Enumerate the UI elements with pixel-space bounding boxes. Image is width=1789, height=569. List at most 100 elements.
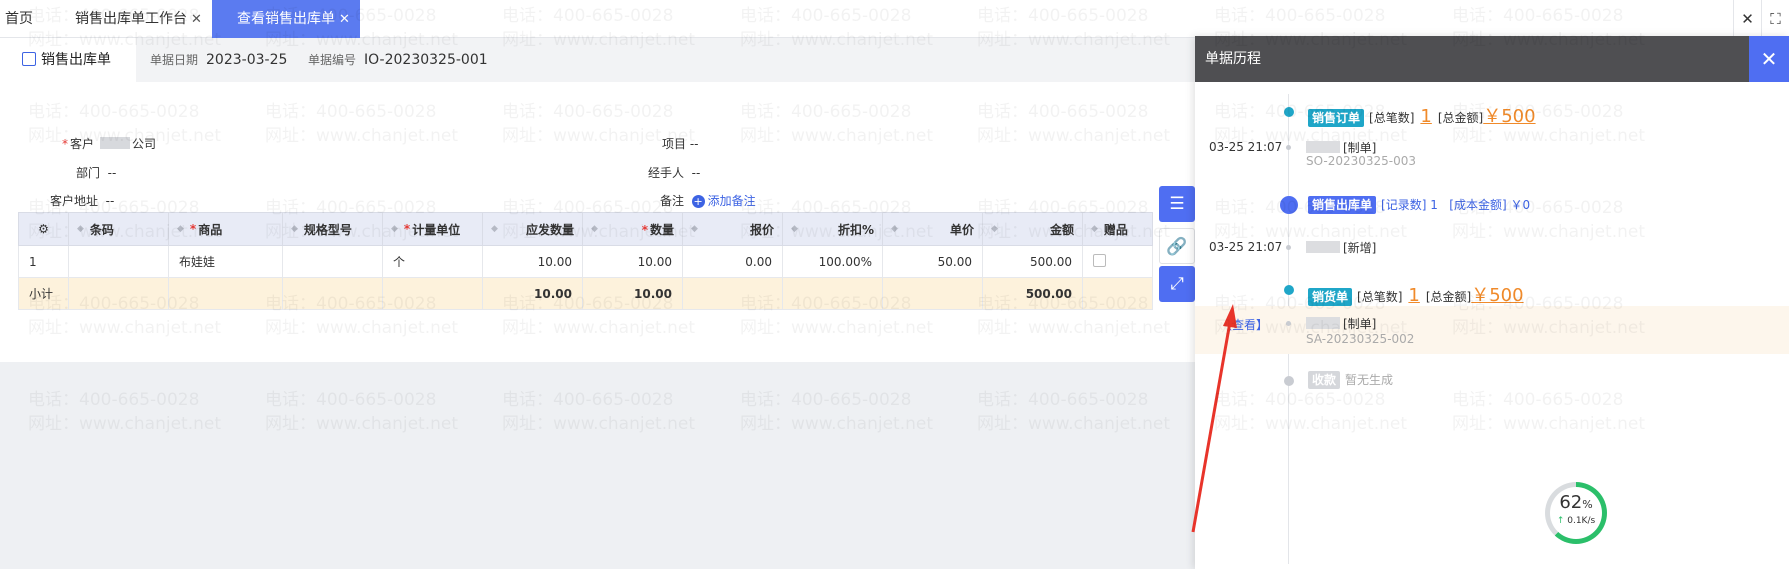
date-label: 单据日期 [150, 53, 199, 67]
column-header[interactable]: ◆ 金额 [982, 212, 1083, 246]
tab-sales-outbound-workbench[interactable]: 销售出库单工作台 ✕ [75, 0, 202, 38]
drawer-close-button[interactable]: ✕ [1749, 36, 1789, 82]
document-history-button[interactable]: ☰ [1159, 186, 1195, 222]
cell-planned-qty: 10.00 [482, 245, 583, 278]
sort-icon[interactable]: ◆ [591, 224, 598, 234]
event-person: [制单] [1306, 315, 1376, 332]
paperclip-icon: 🔗 [1166, 237, 1188, 257]
column-header[interactable]: ◆ 规格型号 [282, 212, 383, 246]
redacted-block [1306, 317, 1340, 329]
sort-icon[interactable]: ◆ [391, 224, 398, 234]
cell-price: 50.00 [882, 245, 983, 278]
redacted-block [100, 137, 131, 149]
expand-icon: ⤢ [1170, 274, 1184, 294]
sort-icon[interactable]: ◆ [291, 224, 298, 234]
sort-icon[interactable]: ◆ [891, 224, 898, 234]
event-doc-no: SO-20230325-003 [1306, 154, 1417, 168]
watermark-text: 电话：400-665-0028网址：www.chanjet.net [740, 390, 934, 434]
customer-field: * 客户 公司 [62, 137, 157, 151]
tab-home[interactable]: 首页 [5, 0, 33, 38]
column-header[interactable]: ◆ 应发数量 [482, 212, 583, 246]
timeline-dot [1284, 285, 1294, 295]
watermark-text: 电话：400-665-0028网址：www.chanjet.net [28, 390, 222, 434]
cell-product: 布娃娃 [168, 245, 283, 278]
sort-icon[interactable]: ◆ [177, 224, 184, 234]
sort-icon[interactable]: ◆ [691, 224, 698, 234]
event-time: 03-25 21:07 [1209, 140, 1283, 154]
document-header: 销售出库单 单据日期 2023-03-25 单据编号 IO-20230325-001 [0, 38, 1200, 82]
drawer-title: 单据历程 [1195, 36, 1789, 82]
column-header[interactable]: ◆ * 计量单位 [382, 212, 483, 246]
column-header[interactable]: ◆ 折扣% [782, 212, 883, 246]
attachment-button[interactable]: 🔗 [1159, 228, 1195, 264]
window-close-button[interactable]: ✕ [1733, 0, 1761, 38]
fullscreen-button[interactable]: ⛶ [1761, 0, 1789, 38]
watermark-text: 电话：400-665-0028网址：www.chanjet.net [265, 390, 459, 434]
subtotal-amount: 500.00 [982, 277, 1083, 310]
sort-icon[interactable]: ◆ [991, 224, 998, 234]
document-icon [22, 52, 36, 66]
timeline-dot-current [1280, 196, 1298, 214]
timeline-dot [1284, 107, 1294, 117]
column-header[interactable]: ◆ * 商品 [168, 212, 283, 246]
add-remark-link[interactable]: + 添加备注 [691, 194, 756, 208]
annotation-arrow [1191, 304, 1237, 533]
document-date: 单据日期 2023-03-25 [150, 38, 287, 83]
address-field: 客户地址 -- [50, 192, 114, 209]
cell-spec [282, 245, 383, 278]
tab-view-sales-outbound[interactable]: 查看销售出库单 ✕ [212, 0, 360, 38]
column-settings[interactable]: ⚙ [18, 212, 69, 246]
detail-table: ⚙ ◆ 条码 ◆ * 商品 ◆ 规格型号 ◆ * 计量单位 ◆ 应发数量 ◆ * 数量 ◆ 报价 ◆… [18, 212, 1153, 310]
sort-icon[interactable]: ◆ [791, 224, 798, 234]
sort-icon[interactable]: ◆ [77, 224, 84, 234]
sort-icon[interactable]: ◆ [491, 224, 498, 234]
cell-amount: 500.00 [982, 245, 1083, 278]
event-sales-order: 销售订单 [总笔数] 1 [总金额]￥500 [1308, 102, 1536, 128]
date-value: 2023-03-25 [206, 52, 288, 68]
tag-badge: 销货单 [1308, 288, 1353, 306]
event-person: [新增] [1306, 239, 1376, 256]
address-value: -- [105, 194, 115, 208]
close-icon[interactable]: ✕ [191, 12, 202, 27]
event-sales-invoice: 销货单 [总笔数] 1 [总金额]￥500 [1308, 281, 1524, 307]
gear-icon[interactable]: ⚙ [38, 222, 49, 236]
tag-badge: 销售出库单 [1308, 196, 1377, 214]
count-link[interactable]: 1 [1420, 106, 1431, 127]
gift-checkbox[interactable] [1093, 253, 1106, 267]
handler-field: 经手人 -- [648, 164, 700, 181]
column-header[interactable]: ◆ 报价 [682, 212, 783, 246]
event-time: 03-25 21:07 [1209, 240, 1283, 254]
amount-link[interactable]: ￥500 [1483, 106, 1535, 127]
project-label: 项目 [662, 137, 687, 151]
network-speed: 0.1K/s [1567, 516, 1596, 526]
remark-field: 备注 + 添加备注 [660, 192, 756, 209]
column-header[interactable]: ◆ 条码 [68, 212, 169, 246]
event-receipt: 收款 暂无生成 [1308, 371, 1393, 389]
arrow-up-icon: ↑ [1556, 516, 1565, 526]
customer-value: 公司 [132, 137, 157, 151]
column-header[interactable]: ◆ 赠品 [1082, 212, 1153, 246]
amount-link[interactable]: ￥500 [1471, 285, 1523, 306]
redacted-block [1306, 141, 1340, 153]
top-tab-bar: 首页 销售出库单工作台 ✕ 查看销售出库单 ✕ ✕ ⛶ [0, 0, 1789, 38]
network-speed-widget[interactable]: 62% ↑ 0.1K/s [1545, 482, 1607, 544]
project-field: 项目 -- [662, 135, 699, 152]
tab-label: 首页 [5, 11, 33, 27]
tag-badge: 收款 [1308, 371, 1341, 389]
highlight-row [1195, 306, 1789, 354]
watermark-text: 电话：400-665-0028网址：www.chanjet.net [977, 390, 1171, 434]
column-header[interactable]: ◆ * 数量 [582, 212, 683, 246]
document-type-label: 销售出库单 [41, 52, 111, 68]
cell-qty: 10.00 [582, 245, 683, 278]
address-label: 客户地址 [50, 194, 99, 208]
tab-label: 查看销售出库单 [237, 11, 335, 27]
row-index: 1 [18, 245, 69, 278]
close-icon[interactable]: ✕ [339, 12, 350, 27]
table-row[interactable]: 1 布娃娃 个 10.00 10.00 0.00 100.00% 50.00 5… [18, 245, 1153, 278]
count-link[interactable]: 1 [1408, 285, 1419, 306]
department-label: 部门 [76, 166, 101, 180]
document-type-tab[interactable]: 销售出库单 [0, 38, 136, 82]
column-header[interactable]: ◆ 单价 [882, 212, 983, 246]
expand-button[interactable]: ⤢ [1159, 266, 1195, 302]
sort-icon[interactable]: ◆ [1091, 224, 1098, 234]
